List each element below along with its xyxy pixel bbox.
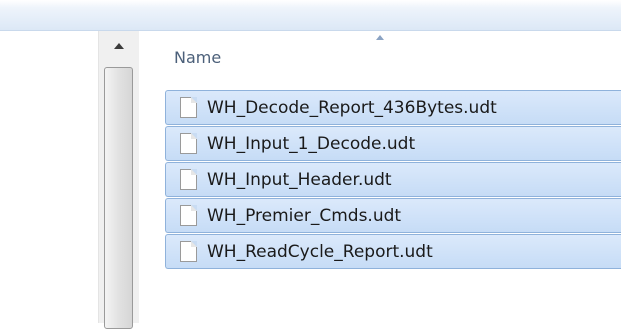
file-row[interactable]: WH_Input_1_Decode.udt: [165, 126, 621, 161]
file-icon: [180, 205, 197, 226]
file-name: WH_ReadCycle_Report.udt: [207, 241, 433, 262]
file-icon: [180, 241, 197, 262]
file-name: WH_Premier_Cmds.udt: [207, 205, 402, 226]
scroll-thumb[interactable]: [104, 67, 133, 329]
file-row[interactable]: WH_Decode_Report_436Bytes.udt: [165, 90, 621, 125]
file-list-pane: Name WH_Decode_Report_436Bytes.udt WH_In…: [139, 31, 621, 323]
file-icon: [180, 169, 197, 190]
column-header-name[interactable]: Name: [139, 31, 621, 81]
navigation-pane[interactable]: [0, 31, 98, 323]
file-icon: [180, 133, 197, 154]
file-name: WH_Decode_Report_436Bytes.udt: [207, 97, 497, 118]
scroll-up-arrow-icon: [114, 43, 124, 49]
file-name: WH_Input_1_Decode.udt: [207, 133, 416, 154]
file-name: WH_Input_Header.udt: [207, 169, 392, 190]
scroll-track[interactable]: [99, 67, 139, 329]
column-header-label: Name: [174, 48, 222, 67]
file-icon: [180, 97, 197, 118]
file-row[interactable]: WH_Input_Header.udt: [165, 162, 621, 197]
toolbar-strip: [0, 0, 621, 31]
file-list: WH_Decode_Report_436Bytes.udt WH_Input_1…: [165, 90, 621, 270]
navigation-scrollbar[interactable]: [98, 31, 140, 329]
scroll-up-button[interactable]: [99, 31, 139, 61]
sort-ascending-icon: [376, 35, 384, 40]
file-row[interactable]: WH_Premier_Cmds.udt: [165, 198, 621, 233]
file-row[interactable]: WH_ReadCycle_Report.udt: [165, 234, 621, 269]
